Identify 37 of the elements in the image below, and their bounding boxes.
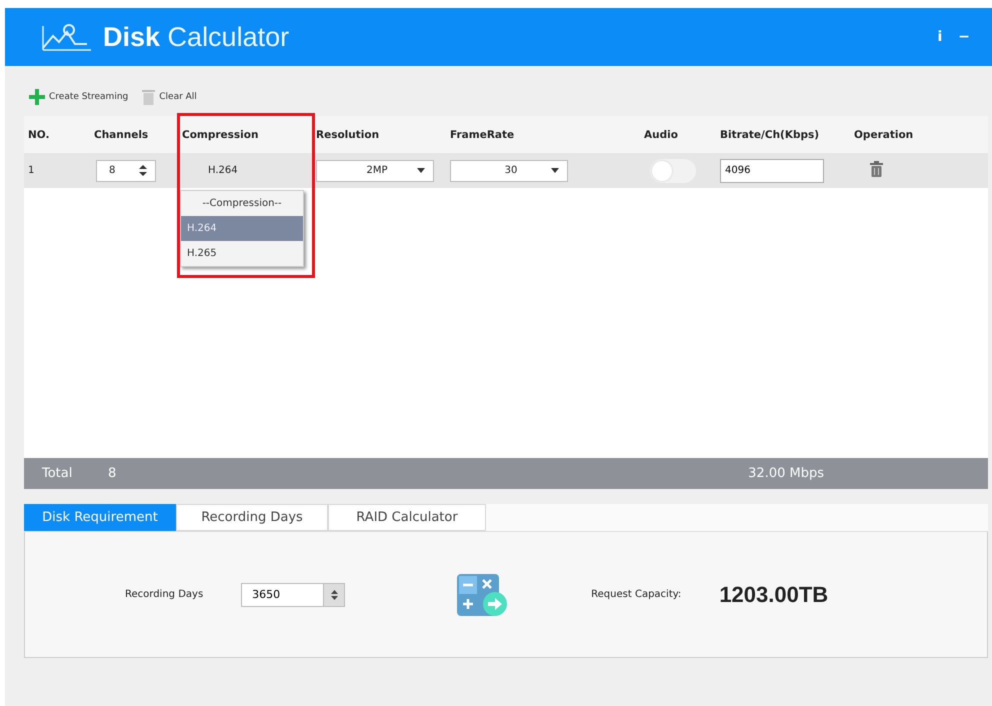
- column-header: Operation: [853, 128, 914, 140]
- recording-days-field[interactable]: 3650: [241, 582, 324, 606]
- up-down-arrows-icon: [139, 165, 147, 176]
- caret-icon: [417, 168, 425, 173]
- recording-days-label: Recording Days: [125, 589, 204, 600]
- total-channels: 8: [108, 466, 116, 481]
- total-label: Total: [42, 466, 74, 481]
- trash-icon[interactable]: [870, 161, 883, 177]
- audio-toggle[interactable]: [650, 158, 696, 182]
- capacity-value: 1203.00TB: [719, 582, 828, 608]
- dropdown-option[interactable]: H.265: [181, 241, 303, 266]
- column-header: Compression: [181, 128, 260, 140]
- compression-dropdown[interactable]: H.264: [208, 165, 312, 176]
- plus-icon: [29, 89, 45, 105]
- column-header: Bitrate/Ch(Kbps): [719, 128, 820, 140]
- column-header: NO.: [27, 128, 50, 140]
- dropdown-option[interactable]: --Compression--: [181, 191, 303, 216]
- trash-icon: [142, 89, 156, 105]
- column-header: Resolution: [315, 128, 380, 140]
- column-header: Audio: [643, 128, 679, 140]
- table-cell-text: 1: [28, 165, 36, 176]
- calculator-icon[interactable]: [457, 572, 510, 618]
- app-title: Disk Calculator: [103, 22, 290, 52]
- framerate-dropdown[interactable]: 30: [450, 160, 568, 182]
- total-bitrate: 32.00 Mbps: [748, 466, 824, 481]
- channels-spinner[interactable]: 8: [96, 160, 156, 182]
- bitrate-field[interactable]: 4096: [720, 158, 824, 182]
- column-header: Channels: [93, 128, 150, 140]
- caret-icon: [551, 168, 559, 173]
- create-streaming-button[interactable]: Create Streaming: [29, 89, 128, 105]
- column-header: FrameRate: [449, 128, 516, 140]
- clear-all-button[interactable]: Clear All: [142, 89, 197, 105]
- tab[interactable]: RAID Calculator: [328, 504, 486, 531]
- resolution-dropdown[interactable]: 2MP: [316, 160, 434, 182]
- spinner-arrows-icon[interactable]: [323, 582, 346, 606]
- tab[interactable]: Recording Days: [176, 504, 328, 531]
- request-capacity-label: Request Capacity:: [591, 589, 682, 600]
